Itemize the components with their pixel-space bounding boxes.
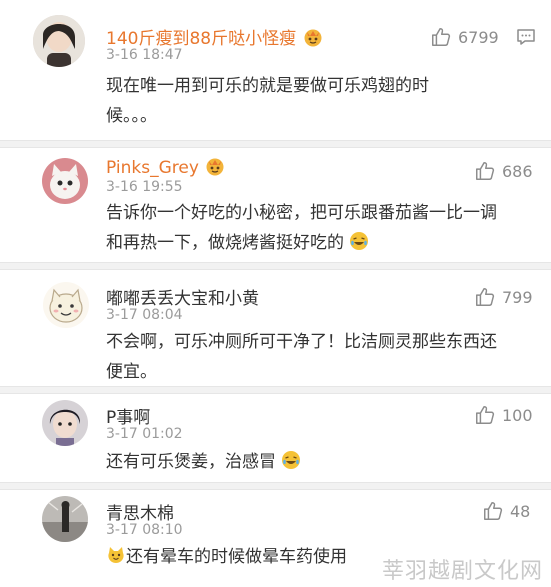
comment-line: 候。。。: [106, 106, 157, 126]
username[interactable]: 140斤瘦到88斤哒小怪瘦: [106, 24, 324, 49]
comment-line: 便宜。: [106, 362, 157, 382]
comment-item: P事啊 3-17 01:02 100 还有可乐煲姜，治感冒: [0, 394, 551, 482]
like-count: 6799: [458, 27, 499, 47]
username[interactable]: Pinks_Grey: [106, 156, 226, 178]
watermark: 莘羽越剧文化网: [381, 559, 543, 584]
timestamp: 3-16 19:55: [106, 179, 183, 195]
comment-icon[interactable]: [516, 27, 536, 47]
comment-text: 告诉你一个好吃的小秘密，把可乐跟番茄酱一比一调 和再热一下，做烧烤酱挺好吃的: [106, 198, 546, 258]
username[interactable]: P事啊: [106, 403, 150, 428]
comment-item: 140斤瘦到88斤哒小怪瘦 3-16 18:47 6799 现在唯一用到可乐的就…: [0, 0, 551, 146]
timestamp: 3-17 08:10: [106, 522, 183, 538]
comment-text: 不会啊，可乐冲厕所可干净了！比洁厕灵那些东西还 便宜。: [106, 327, 546, 387]
comment-feed: 140斤瘦到88斤哒小怪瘦 3-16 18:47 6799 现在唯一用到可乐的就…: [0, 0, 551, 587]
username[interactable]: 嘟嘟丢丢大宝和小黄: [106, 284, 259, 309]
laughing-emoji-icon: [350, 232, 369, 250]
like-count: 799: [502, 287, 533, 307]
comment-line: 现在唯一用到可乐的就是要做可乐鸡翅的时: [106, 76, 429, 96]
username-text: Pinks_Grey: [106, 158, 199, 178]
avatar[interactable]: [33, 15, 85, 67]
separator: [0, 386, 551, 394]
comment-item: 嘟嘟丢丢大宝和小黄 3-17 08:04 799 不会啊，可乐冲厕所可干净了！比…: [0, 270, 551, 385]
separator: [0, 140, 551, 148]
cat-emoji-icon: [108, 547, 124, 563]
thumbs-up-icon: [476, 288, 495, 306]
like-button[interactable]: 686: [474, 160, 533, 182]
username-text: 140斤瘦到88斤哒小怪瘦: [106, 29, 297, 49]
comment-line: 告诉你一个好吃的小秘密，把可乐跟番茄酱一比一调: [106, 203, 497, 223]
like-count: 686: [502, 161, 533, 181]
comment-line-text: 和再热一下，做烧烤酱挺好吃的: [106, 233, 344, 253]
comment-item: Pinks_Grey 3-16 19:55 686 告诉你一个好吃的小秘密，把可…: [0, 148, 551, 260]
avatar[interactable]: [42, 400, 88, 446]
comment-line-text: 还有晕车的时候做晕车药使用: [126, 547, 347, 567]
thumbs-up-icon: [476, 162, 495, 180]
avatar[interactable]: [43, 282, 89, 328]
laughing-emoji-icon: [282, 451, 301, 469]
comment-text: 还有可乐煲姜，治感冒: [106, 447, 546, 477]
like-button[interactable]: 6799: [430, 26, 499, 48]
thumbs-up-icon: [484, 502, 503, 520]
comment-line: 和再热一下，做烧烤酱挺好吃的: [106, 228, 546, 258]
comment-line-text: 还有可乐煲姜，治感冒: [106, 452, 276, 472]
separator: [0, 262, 551, 270]
like-count: 48: [510, 501, 531, 521]
comment-line: 不会啊，可乐冲厕所可干净了！比洁厕灵那些东西还: [106, 332, 497, 352]
timestamp: 3-16 18:47: [106, 47, 183, 63]
separator: [0, 482, 551, 490]
like-button[interactable]: 799: [474, 286, 533, 308]
username[interactable]: 青思木棉: [106, 499, 174, 524]
thumbs-up-icon: [476, 406, 495, 424]
avatar[interactable]: [42, 496, 88, 542]
like-button[interactable]: 100: [474, 404, 533, 426]
thumbs-up-icon: [432, 28, 451, 46]
like-count: 100: [502, 405, 533, 425]
avatar[interactable]: [42, 158, 88, 204]
crown-emoji-icon: [304, 29, 321, 47]
comment-text: 现在唯一用到可乐的就是要做可乐鸡翅的时 候。。。: [106, 71, 526, 131]
crown-emoji-icon: [206, 158, 224, 176]
timestamp: 3-17 01:02: [106, 426, 183, 442]
like-button[interactable]: 48: [482, 500, 530, 522]
timestamp: 3-17 08:04: [106, 307, 183, 323]
comment-line: 还有可乐煲姜，治感冒: [106, 447, 546, 477]
